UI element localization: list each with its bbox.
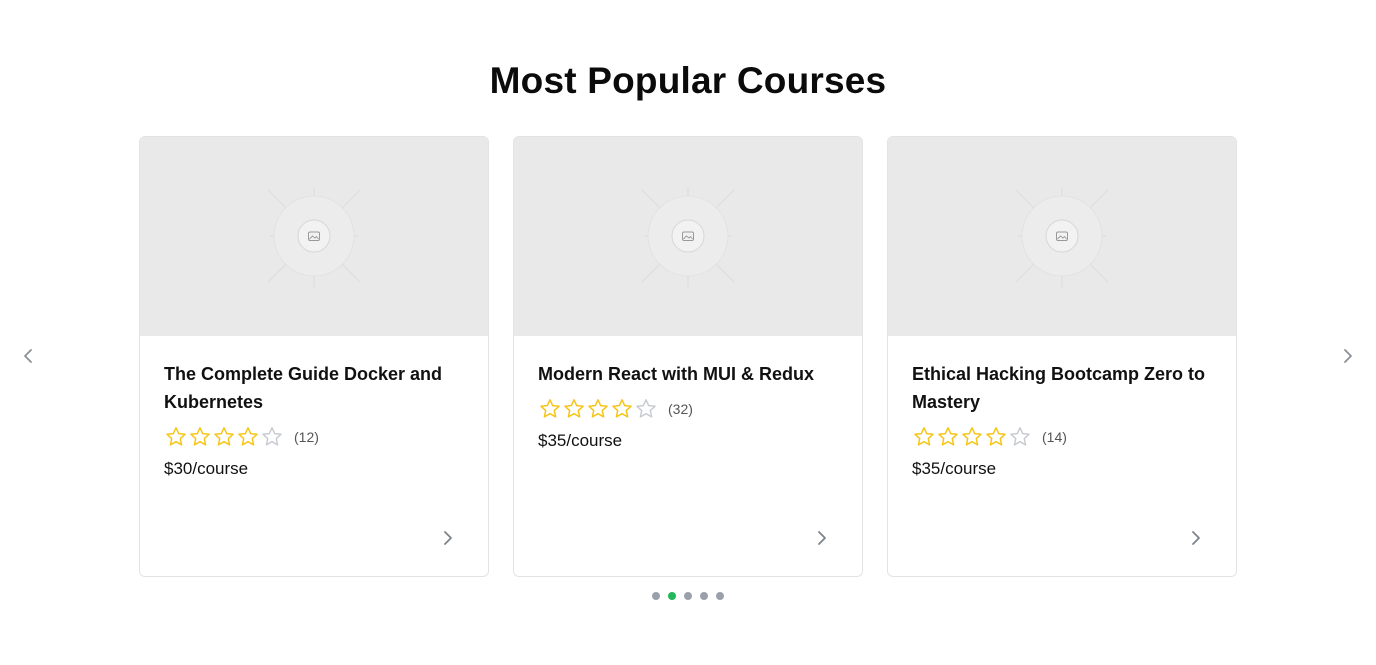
star-icon (212, 425, 236, 449)
star-icon (610, 397, 634, 421)
course-title[interactable]: Ethical Hacking Bootcamp Zero to Mastery (912, 360, 1212, 416)
carousel-prev-button[interactable] (16, 344, 40, 368)
course-open-button[interactable] (1184, 526, 1208, 550)
star-icon (984, 425, 1008, 449)
image-placeholder-icon (1015, 187, 1109, 287)
pagination-dot[interactable] (684, 592, 692, 600)
course-rating: (14) (912, 423, 1212, 451)
course-price: $30/course (164, 459, 249, 478)
course-rating: (32) (538, 395, 838, 423)
rating-stars (164, 425, 284, 449)
star-icon (960, 425, 984, 449)
chevron-right-icon (444, 531, 452, 545)
chevron-right-icon (1192, 531, 1200, 545)
section-title: Most Popular Courses (489, 60, 887, 101)
course-open-button[interactable] (436, 526, 460, 550)
carousel-pagination (0, 592, 1376, 600)
pagination-dot[interactable] (652, 592, 660, 600)
star-icon (1008, 425, 1032, 449)
star-icon (912, 425, 936, 449)
pagination-dot[interactable] (700, 592, 708, 600)
star-icon (538, 397, 562, 421)
star-icon (164, 425, 188, 449)
rating-stars (538, 397, 658, 421)
star-icon (260, 425, 284, 449)
carousel-track: The Complete Guide Docker and Kubernetes… (139, 136, 1237, 577)
image-placeholder-icon (641, 187, 735, 287)
image-placeholder-icon (267, 187, 361, 287)
review-count: (12) (294, 429, 319, 445)
star-icon (562, 397, 586, 421)
course-thumbnail (140, 137, 488, 336)
course-card[interactable]: Modern React with MUI & Redux (32) $35/c… (513, 136, 863, 577)
course-price: $35/course (912, 459, 997, 478)
course-rating: (12) (164, 423, 464, 451)
course-carousel: The Complete Guide Docker and Kubernetes… (139, 136, 1237, 577)
course-title[interactable]: Modern React with MUI & Redux (538, 360, 838, 388)
pagination-dot[interactable] (668, 592, 676, 600)
star-icon (236, 425, 260, 449)
course-title[interactable]: The Complete Guide Docker and Kubernetes (164, 360, 464, 416)
star-icon (634, 397, 658, 421)
course-thumbnail (888, 137, 1236, 336)
course-card[interactable]: The Complete Guide Docker and Kubernetes… (139, 136, 489, 577)
chevron-right-icon (1344, 349, 1352, 363)
review-count: (32) (668, 401, 693, 417)
star-icon (936, 425, 960, 449)
course-price: $35/course (538, 431, 623, 450)
star-icon (188, 425, 212, 449)
course-open-button[interactable] (810, 526, 834, 550)
carousel-next-button[interactable] (1336, 344, 1360, 368)
rating-stars (912, 425, 1032, 449)
chevron-right-icon (818, 531, 826, 545)
chevron-left-icon (24, 349, 32, 363)
star-icon (586, 397, 610, 421)
course-thumbnail (514, 137, 862, 336)
course-card[interactable]: Ethical Hacking Bootcamp Zero to Mastery… (887, 136, 1237, 577)
review-count: (14) (1042, 429, 1067, 445)
pagination-dot[interactable] (716, 592, 724, 600)
